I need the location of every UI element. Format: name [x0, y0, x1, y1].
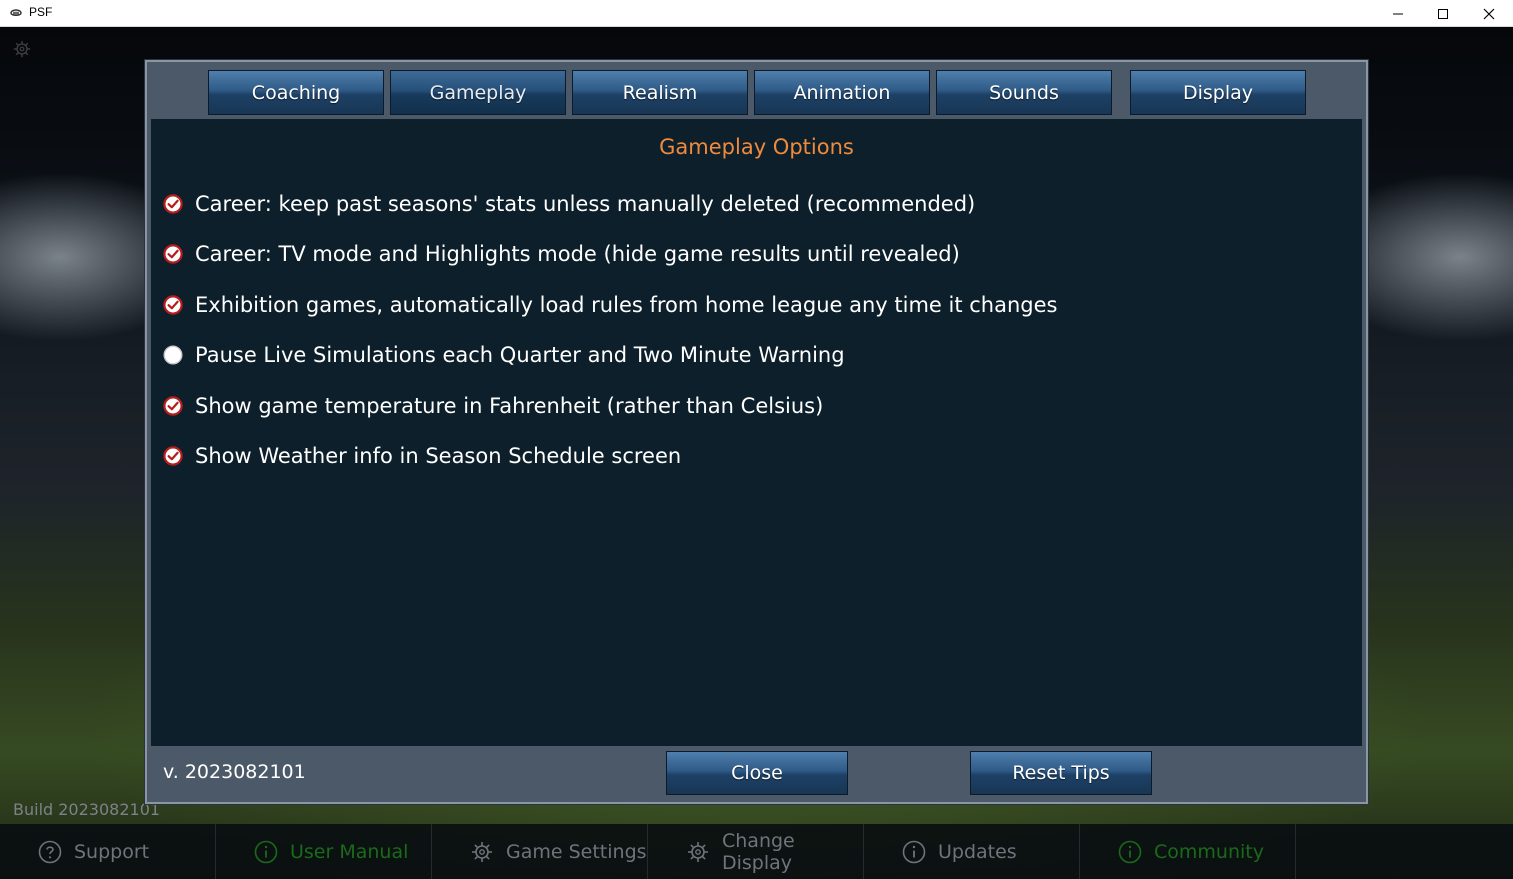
option-pause-live-sim[interactable]: Pause Live Simulations each Quarter and …	[163, 340, 845, 370]
tab-animation[interactable]: Animation	[754, 70, 930, 115]
menu-user-manual[interactable]: User Manual	[216, 824, 432, 879]
menu-change-display[interactable]: Change Display	[648, 824, 864, 879]
tab-realism[interactable]: Realism	[572, 70, 748, 115]
tab-gameplay[interactable]: Gameplay	[390, 70, 566, 115]
dialog-footer: v. 2023082101 Close Reset Tips	[147, 746, 1366, 802]
option-label: Show game temperature in Fahrenheit (rat…	[195, 394, 824, 418]
option-tv-mode[interactable]: Career: TV mode and Highlights mode (hid…	[163, 239, 960, 269]
menu-community-label: Community	[1154, 840, 1264, 863]
app-logo-icon	[10, 9, 22, 16]
option-label: Career: keep past seasons' stats unless …	[195, 192, 976, 216]
checked-icon[interactable]	[163, 396, 183, 416]
tab-sounds[interactable]: Sounds	[936, 70, 1112, 115]
minimize-icon	[1393, 13, 1403, 14]
bottom-menu-bar: Support User Manual Game Settings Change…	[0, 824, 1513, 879]
menu-game-settings[interactable]: Game Settings	[432, 824, 648, 879]
option-fahrenheit[interactable]: Show game temperature in Fahrenheit (rat…	[163, 391, 823, 421]
build-label: Build 2023082101	[13, 800, 161, 819]
version-label: v. 2023082101	[163, 761, 306, 783]
checked-icon[interactable]	[163, 244, 183, 264]
minimize-button[interactable]	[1375, 0, 1421, 27]
options-panel: Gameplay Options Career: keep past seaso…	[151, 119, 1362, 746]
question-icon	[38, 840, 62, 863]
option-label: Pause Live Simulations each Quarter and …	[195, 343, 845, 367]
tab-coaching[interactable]: Coaching	[208, 70, 384, 115]
options-dialog: Coaching Gameplay Realism Animation Soun…	[145, 60, 1368, 804]
settings-gear-icon[interactable]	[13, 40, 31, 58]
option-label: Show Weather info in Season Schedule scr…	[195, 444, 682, 468]
tab-display[interactable]: Display	[1130, 70, 1306, 115]
close-window-button[interactable]	[1466, 0, 1512, 27]
unchecked-icon[interactable]	[163, 345, 183, 365]
checked-icon[interactable]	[163, 295, 183, 315]
checked-icon[interactable]	[163, 194, 183, 214]
close-button[interactable]: Close	[666, 751, 848, 795]
menu-game-settings-label: Game Settings	[506, 840, 647, 863]
section-title: Gameplay Options	[659, 135, 854, 159]
option-label: Career: TV mode and Highlights mode (hid…	[195, 242, 960, 266]
tab-bar: Coaching Gameplay Realism Animation Soun…	[147, 62, 1366, 119]
gear-icon	[472, 841, 492, 862]
menu-change-display-label: Change Display	[722, 829, 795, 874]
info-icon	[902, 840, 926, 863]
info-icon	[1118, 840, 1142, 863]
info-icon	[254, 840, 278, 863]
menu-updates[interactable]: Updates	[864, 824, 1080, 879]
option-label: Exhibition games, automatically load rul…	[195, 293, 1058, 317]
menu-support-label: Support	[74, 840, 150, 863]
window-titlebar: PSF	[0, 0, 1513, 27]
menu-support[interactable]: Support	[0, 824, 216, 879]
close-icon	[1483, 8, 1495, 19]
maximize-button[interactable]	[1420, 0, 1466, 27]
option-weather-info[interactable]: Show Weather info in Season Schedule scr…	[163, 441, 681, 471]
checked-icon[interactable]	[163, 446, 183, 466]
menu-community[interactable]: Community	[1080, 824, 1296, 879]
menu-user-manual-label: User Manual	[290, 840, 409, 863]
maximize-icon	[1438, 8, 1448, 19]
menu-updates-label: Updates	[938, 840, 1017, 863]
gear-icon	[688, 841, 708, 862]
option-keep-past-stats[interactable]: Career: keep past seasons' stats unless …	[163, 189, 975, 219]
reset-tips-button[interactable]: Reset Tips	[970, 751, 1152, 795]
option-exhibition-rules[interactable]: Exhibition games, automatically load rul…	[163, 290, 1057, 320]
window-title: PSF	[29, 5, 53, 19]
